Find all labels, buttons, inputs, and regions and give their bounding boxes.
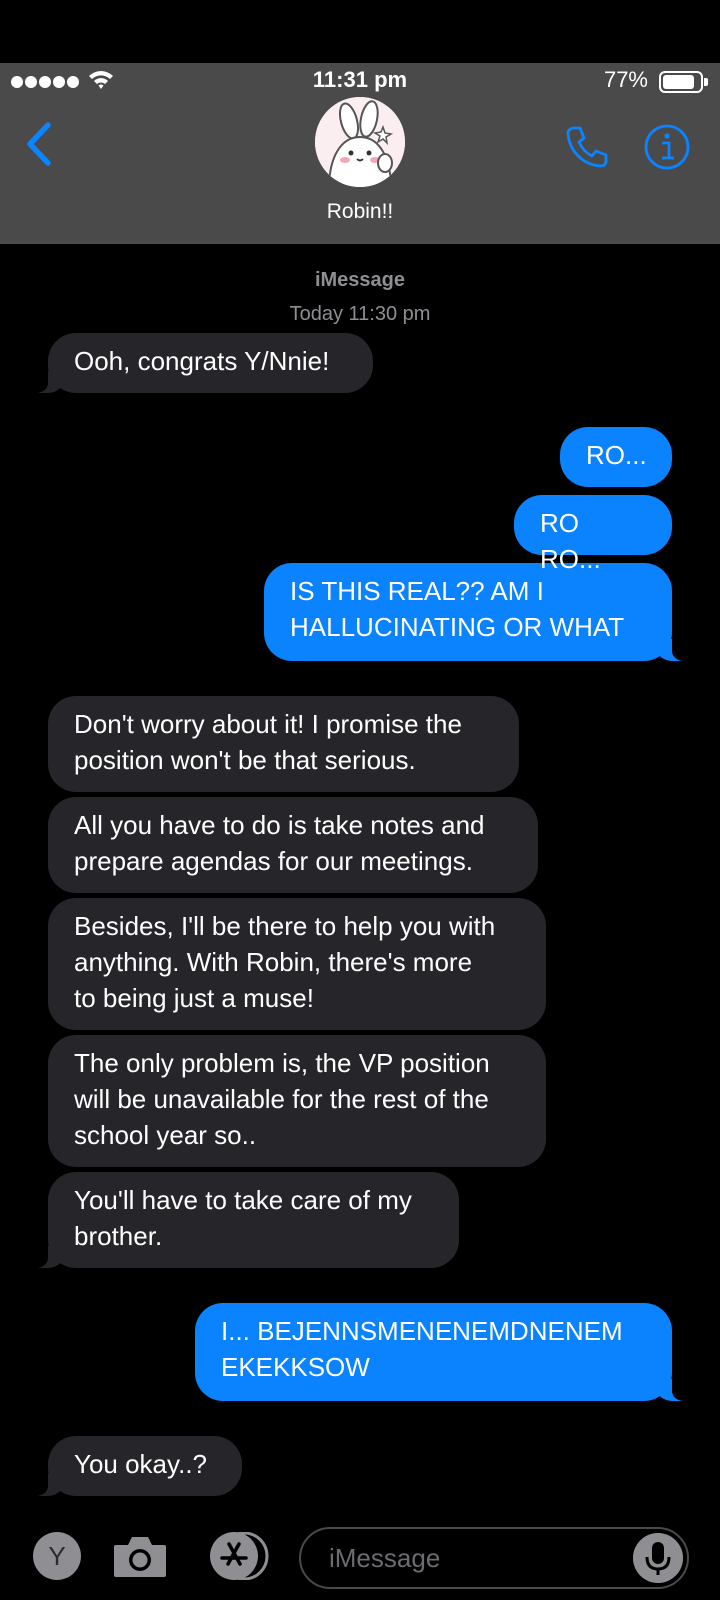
app-drawer-button[interactable]: Y: [33, 1532, 81, 1580]
message-line: HALLUCINATING OR WHAT: [290, 612, 625, 642]
camera-icon[interactable]: [112, 1533, 168, 1579]
message-line: prepare agendas for our meetings.: [74, 846, 473, 876]
conversation-timestamp: Today 11:30 pm: [289, 303, 431, 325]
message-bubble[interactable]: Besides, I'll be there to help you with …: [48, 898, 546, 1030]
message-bubble[interactable]: The only problem is, the VP position wil…: [48, 1035, 546, 1167]
message-bubble[interactable]: Don't worry about it! I promise the posi…: [48, 696, 519, 792]
message-line: All you have to do is take notes and: [74, 810, 485, 840]
message-bubble[interactable]: RO...: [560, 427, 672, 487]
message-line: RO RO...: [540, 508, 601, 574]
bunny-avatar-icon: [315, 97, 405, 187]
message-bubble[interactable]: IS THIS REAL?? AM I HALLUCINATING OR WHA…: [264, 563, 698, 661]
message-line: position won't be that serious.: [74, 745, 416, 775]
message-bubble[interactable]: You okay..?: [22, 1436, 242, 1496]
message-line: brother.: [74, 1221, 163, 1251]
message-line: Don't worry about it! I promise the: [74, 709, 462, 739]
message-line: Besides, I'll be there to help you with: [74, 911, 496, 941]
status-bar: 11:31 pm 77%: [0, 63, 720, 99]
back-chevron-icon[interactable]: [22, 119, 62, 169]
message-bubble[interactable]: I... BEJENNSMENENEMDNENEM EKEKKSOW: [195, 1303, 698, 1401]
message-line: You okay..?: [74, 1449, 207, 1479]
service-label: iMessage: [314, 269, 406, 291]
message-line: will be unavailable for the rest of the: [74, 1084, 489, 1114]
message-input-placeholder: iMessage: [329, 1543, 441, 1573]
message-bubble[interactable]: All you have to do is take notes and pre…: [48, 797, 538, 893]
message-line: to being just a muse!: [74, 983, 314, 1013]
message-line: EKEKKSOW: [221, 1352, 370, 1382]
info-icon[interactable]: [643, 123, 691, 171]
top-black-strip: [0, 0, 720, 63]
message-bubble[interactable]: Ooh, congrats Y/Nnie!: [22, 333, 373, 393]
conversation-header: 11:31 pm 77% Robin!!: [0, 63, 720, 244]
microphone-icon[interactable]: [633, 1533, 683, 1583]
message-input-bar: Y iMessage: [0, 1510, 720, 1600]
message-line: anything. With Robin, there's more: [74, 947, 473, 977]
message-bubble[interactable]: RO RO...: [514, 495, 672, 574]
battery-icon: [659, 71, 708, 93]
contact-avatar[interactable]: [315, 97, 405, 187]
message-input[interactable]: iMessage: [299, 1527, 689, 1589]
message-line: school year so..: [74, 1120, 257, 1150]
message-line: IS THIS REAL?? AM I: [290, 576, 544, 606]
message-line: I... BEJENNSMENENEMDNENEM: [221, 1316, 623, 1346]
app-store-icon[interactable]: [204, 1532, 272, 1580]
message-line: Ooh, congrats Y/Nnie!: [74, 346, 330, 376]
phone-icon[interactable]: [563, 123, 611, 171]
message-line: RO...: [586, 440, 647, 470]
message-bubble[interactable]: You'll have to take care of my brother.: [22, 1172, 459, 1268]
message-line: You'll have to take care of my: [74, 1185, 412, 1215]
contact-name[interactable]: Robin!!: [0, 200, 720, 224]
message-line: The only problem is, the VP position: [74, 1048, 490, 1078]
battery-percentage: 77%: [603, 67, 648, 92]
